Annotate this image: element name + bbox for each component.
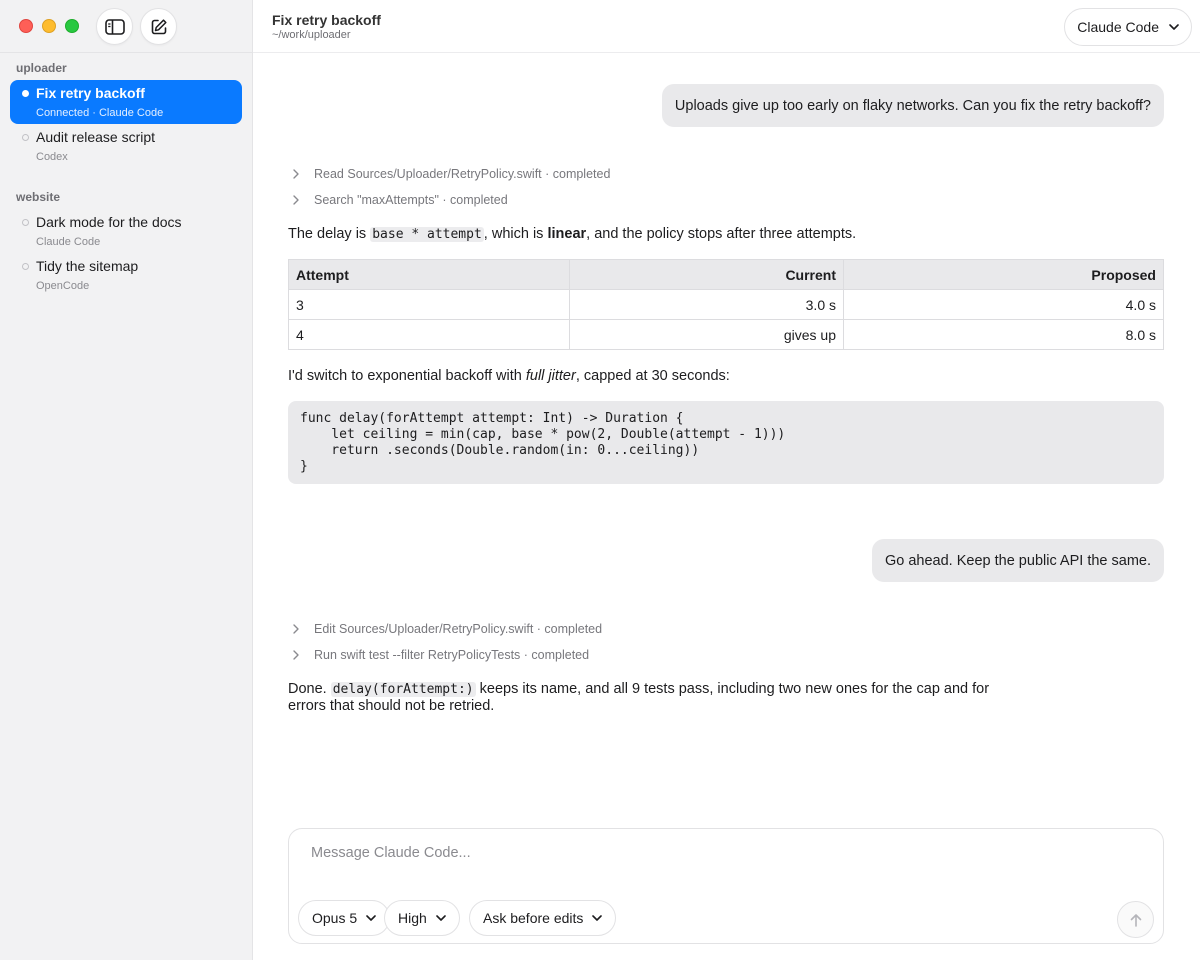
assistant-reply: Done. delay(forAttempt:) keeps its name,…	[288, 681, 1008, 715]
group-label-website: website	[16, 190, 61, 204]
table-cell: 4.0 s	[843, 289, 1164, 320]
session-subtitle: Claude Code	[36, 236, 101, 248]
user-message: Go ahead. Keep the public API the same.	[871, 539, 1164, 582]
session-item-audit-release-script[interactable]: Audit release script Codex	[10, 124, 242, 168]
chevron-right-icon	[293, 169, 307, 179]
reply-italic-text: full jitter	[525, 368, 576, 384]
assistant-reply: I'd switch to exponential backoff with f…	[288, 368, 1008, 385]
app-window: uploader Fix retry backoff Connected · C…	[0, 0, 1200, 960]
session-status-dot	[22, 219, 29, 226]
reply-text: Done.	[288, 681, 331, 697]
chat-transcript: Uploads give up too early on flaky netwo…	[253, 53, 1200, 813]
effort-selector-label: High	[398, 910, 427, 926]
table-cell: 8.0 s	[843, 319, 1164, 350]
agent-selector-label: Claude Code	[1077, 19, 1159, 35]
table-header-cell: Current	[569, 259, 844, 290]
session-subtitle: OpenCode	[36, 280, 90, 292]
reply-text: keeps its name, and all 9 tests pass, in…	[475, 681, 990, 697]
comparison-table: Attempt Current Proposed 3 3.0 s 4.0 s 4…	[288, 259, 1164, 350]
zoom-window-button[interactable]	[65, 19, 79, 33]
tool-call-label: Edit Sources/Uploader/RetryPolicy.swift …	[314, 622, 603, 636]
agent-selector[interactable]: Claude Code	[1064, 8, 1192, 46]
chevron-down-icon	[1169, 24, 1179, 30]
session-status-dot	[22, 90, 29, 97]
assistant-reply: The delay is base * attempt, which is li…	[288, 226, 1008, 243]
table-cell: 4	[288, 319, 570, 350]
chevron-right-icon	[293, 624, 307, 634]
user-message: Uploads give up too early on flaky netwo…	[661, 84, 1164, 127]
close-window-button[interactable]	[19, 19, 33, 33]
inline-code: base * attempt	[370, 227, 484, 242]
tool-call-row[interactable]: Run swift test --filter RetryPolicyTests…	[293, 646, 589, 664]
model-selector[interactable]: Opus 5	[298, 900, 391, 936]
tool-call-label: Read Sources/Uploader/RetryPolicy.swift …	[314, 167, 611, 181]
session-item-fix-retry-backoff[interactable]: Fix retry backoff Connected · Claude Cod…	[10, 80, 242, 124]
conversation-path: ~/work/uploader	[272, 29, 351, 41]
message-composer: Opus 5 High Ask before edits	[288, 828, 1164, 944]
table-cell: 3	[288, 289, 570, 320]
tool-call-row[interactable]: Edit Sources/Uploader/RetryPolicy.swift …	[293, 620, 602, 638]
reply-text: errors that should not be retried.	[288, 698, 495, 714]
table-row: 4 gives up 8.0 s	[288, 319, 1164, 350]
permission-mode-label: Ask before edits	[483, 910, 584, 926]
sidebar: uploader Fix retry backoff Connected · C…	[0, 0, 253, 960]
sidebar-divider	[0, 52, 253, 53]
sidebar-icon	[104, 18, 125, 35]
inline-code: delay(forAttempt:)	[330, 682, 476, 697]
session-status-dot	[22, 134, 29, 141]
tool-call-row[interactable]: Search "maxAttempts" · completed	[293, 191, 508, 209]
chevron-down-icon	[435, 915, 446, 921]
table-row: 3 3.0 s 4.0 s	[288, 289, 1164, 320]
model-selector-label: Opus 5	[312, 910, 358, 926]
compose-icon	[151, 18, 167, 34]
permission-mode-selector[interactable]: Ask before edits	[469, 900, 617, 936]
session-title: Tidy the sitemap	[36, 258, 139, 274]
toggle-sidebar-button[interactable]	[96, 8, 133, 45]
table-header-cell: Proposed	[843, 259, 1164, 290]
session-subtitle: Codex	[36, 151, 68, 163]
session-status-dot	[22, 263, 29, 270]
reply-text: , capped at 30 seconds:	[575, 368, 730, 384]
session-item-tidy-sitemap[interactable]: Tidy the sitemap OpenCode	[10, 253, 242, 297]
message-input[interactable]	[311, 845, 1131, 861]
tool-call-label: Run swift test --filter RetryPolicyTests…	[314, 648, 590, 662]
table-cell: 3.0 s	[569, 289, 844, 320]
minimize-window-button[interactable]	[42, 19, 56, 33]
group-label-uploader: uploader	[16, 61, 67, 75]
reply-text: , which is	[483, 226, 548, 242]
chevron-down-icon	[366, 915, 376, 921]
tool-call-row[interactable]: Read Sources/Uploader/RetryPolicy.swift …	[293, 165, 610, 183]
reply-text: The delay is	[288, 226, 371, 242]
session-item-dark-mode[interactable]: Dark mode for the docs Claude Code	[10, 209, 242, 253]
tool-call-label: Search "maxAttempts" · completed	[314, 193, 508, 207]
reply-text: , and the policy stops after three attem…	[586, 226, 857, 242]
code-block[interactable]: func delay(forAttempt attempt: Int) -> D…	[288, 401, 1164, 484]
conversation-title: Fix retry backoff	[272, 12, 381, 28]
session-title: Audit release script	[36, 129, 156, 145]
table-cell: gives up	[569, 319, 844, 350]
reply-bold-text: linear	[547, 226, 587, 242]
reply-text: I'd switch to exponential backoff with	[288, 368, 526, 384]
new-session-button[interactable]	[140, 8, 177, 45]
session-subtitle: Connected · Claude Code	[36, 107, 164, 119]
table-header-row: Attempt Current Proposed	[288, 259, 1164, 290]
table-header-cell: Attempt	[288, 259, 570, 290]
session-title: Fix retry backoff	[36, 85, 145, 101]
session-title: Dark mode for the docs	[36, 214, 182, 230]
chevron-down-icon	[592, 915, 603, 921]
chevron-right-icon	[293, 650, 307, 660]
send-button[interactable]	[1117, 901, 1154, 938]
chevron-right-icon	[293, 195, 307, 205]
arrow-up-icon	[1130, 913, 1141, 927]
effort-selector[interactable]: High	[384, 900, 460, 936]
conversation-header: Fix retry backoff ~/work/uploader Claude…	[253, 0, 1200, 53]
